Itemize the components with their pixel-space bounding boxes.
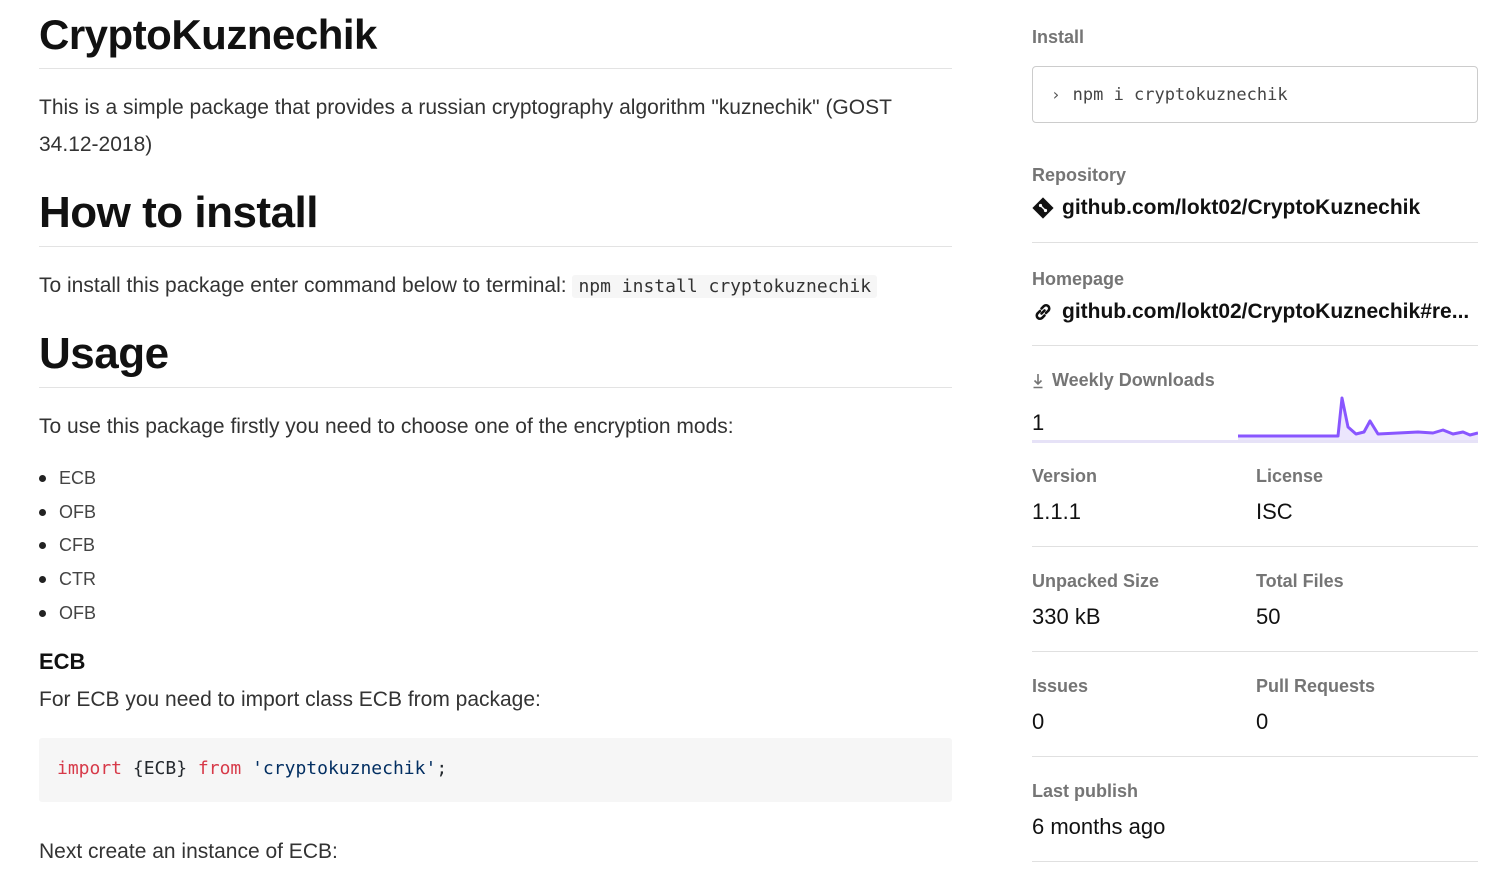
divider xyxy=(1032,651,1478,652)
weekly-downloads-value: 1 xyxy=(1032,410,1045,435)
weekly-downloads-label: Weekly Downloads xyxy=(1032,370,1215,391)
homepage-link-text[interactable]: github.com/lokt02/CryptoKuznechik#re... xyxy=(1062,300,1469,324)
total-files-value: 50 xyxy=(1256,604,1281,629)
divider xyxy=(1032,242,1478,243)
download-icon xyxy=(1033,373,1043,388)
list-item: CFB xyxy=(39,529,96,563)
repository-label: Repository xyxy=(1032,165,1127,185)
install-divider xyxy=(39,246,952,247)
ecb-heading: ECB xyxy=(39,649,86,674)
last-publish-label: Last publish xyxy=(1032,781,1139,801)
install-command[interactable]: npm i cryptokuznechik xyxy=(1073,85,1288,105)
install-label: Install xyxy=(1032,27,1085,47)
pull-requests-label: Pull Requests xyxy=(1256,676,1376,696)
link-icon xyxy=(1035,304,1051,320)
list-item: OFB xyxy=(39,496,96,530)
divider xyxy=(1032,861,1478,862)
code-semicolon: ; xyxy=(436,758,448,779)
bullet-icon xyxy=(39,508,46,516)
downloads-sparkline[interactable] xyxy=(1238,392,1478,442)
bullet-icon xyxy=(39,475,46,483)
title-divider xyxy=(39,68,952,69)
ecb-paragraph: For ECB you need to import class ECB fro… xyxy=(39,688,541,711)
package-title: CryptoKuznechik xyxy=(39,11,377,58)
divider xyxy=(1032,546,1478,547)
code-keyword-from: from xyxy=(197,758,242,779)
license-label: License xyxy=(1256,466,1324,486)
bullet-icon xyxy=(39,542,46,550)
repository-link[interactable]: github.com/lokt02/CryptoKuznechik xyxy=(1032,196,1420,220)
code-braces: {ECB} xyxy=(122,758,198,779)
list-item: CTR xyxy=(39,563,96,597)
unpacked-size-value: 330 kB xyxy=(1032,604,1101,629)
code-block: import {ECB} from 'cryptokuznechik'; xyxy=(39,738,952,802)
code-string: 'cryptokuznechik' xyxy=(252,758,437,779)
divider xyxy=(1032,756,1478,757)
install-text: To install this package enter command be… xyxy=(39,274,567,297)
list-item: ECB xyxy=(39,462,96,496)
issues-label: Issues xyxy=(1032,676,1089,696)
code-keyword-import: import xyxy=(57,758,123,779)
usage-heading: Usage xyxy=(39,329,169,378)
install-inline-code: npm install cryptokuznechik xyxy=(572,275,878,298)
install-command-box[interactable]: › npm i cryptokuznechik xyxy=(1032,66,1478,123)
modes-list: ECB OFB CFB CTR OFB xyxy=(39,462,96,630)
homepage-label: Homepage xyxy=(1032,269,1125,289)
repository-link-text[interactable]: github.com/lokt02/CryptoKuznechik xyxy=(1062,196,1420,220)
pull-requests-value[interactable]: 0 xyxy=(1256,709,1268,735)
next-paragraph: Next create an instance of ECB: xyxy=(39,840,338,863)
usage-divider xyxy=(39,387,952,388)
issues-value[interactable]: 0 xyxy=(1032,709,1044,735)
sparkline-baseline xyxy=(1032,440,1478,443)
total-files-label: Total Files xyxy=(1256,571,1344,591)
license-value: ISC xyxy=(1256,499,1293,524)
last-publish-value: 6 months ago xyxy=(1032,814,1166,839)
install-paragraph: To install this package enter command be… xyxy=(39,267,878,305)
bullet-icon xyxy=(39,576,46,584)
unpacked-size-label: Unpacked Size xyxy=(1032,571,1160,591)
intro-paragraph: This is a simple package that provides a… xyxy=(39,96,892,156)
list-item: OFB xyxy=(39,596,96,630)
bullet-icon xyxy=(39,609,46,617)
install-heading: How to install xyxy=(39,188,319,237)
usage-paragraph: To use this package firstly you need to … xyxy=(39,415,734,438)
prompt-icon: › xyxy=(1051,85,1061,104)
version-value: 1.1.1 xyxy=(1032,499,1081,524)
homepage-link[interactable]: github.com/lokt02/CryptoKuznechik#re... xyxy=(1032,300,1469,324)
divider xyxy=(1032,345,1478,346)
version-label: Version xyxy=(1032,466,1098,486)
git-icon xyxy=(1032,197,1054,219)
